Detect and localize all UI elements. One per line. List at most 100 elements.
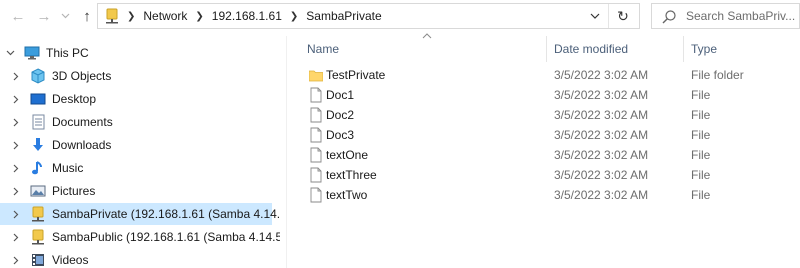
file-date: 3/5/2022 3:02 AM bbox=[554, 168, 649, 182]
file-name: TestPrivate bbox=[326, 68, 386, 82]
chevron-right-icon[interactable] bbox=[10, 231, 22, 243]
file-row[interactable]: Doc2 3/5/2022 3:02 AM File bbox=[288, 105, 800, 125]
chevron-down-icon[interactable] bbox=[4, 47, 16, 59]
search-input[interactable]: Search SambaPriv... bbox=[686, 4, 798, 28]
nav-item-label: SambaPrivate (192.168.1.61 (Samba 4.14.5… bbox=[52, 207, 280, 221]
refresh-button[interactable]: ↻ bbox=[613, 7, 633, 25]
navigation-pane: This PC 3D Objects Desktop Documents Dow… bbox=[0, 36, 280, 268]
monitor-icon bbox=[24, 45, 40, 61]
file-name: textOne bbox=[326, 148, 369, 162]
file-icon bbox=[310, 107, 322, 123]
nav-item-label: SambaPublic (192.168.1.61 (Samba 4.14.5)… bbox=[52, 230, 280, 244]
address-toolbar: ← → ↑ ❯ Network ❯ 192.168.1.61 ❯ SambaPr… bbox=[0, 0, 800, 32]
nav-item-pictures[interactable]: Pictures bbox=[0, 180, 280, 202]
file-row[interactable]: Doc3 3/5/2022 3:02 AM File bbox=[288, 125, 800, 145]
nav-item-label: This PC bbox=[46, 46, 89, 60]
column-divider[interactable] bbox=[546, 36, 547, 62]
arrow-up-icon: ↑ bbox=[83, 7, 91, 25]
file-type: File folder bbox=[691, 68, 744, 82]
nav-item-label: Documents bbox=[52, 115, 113, 129]
folder-icon bbox=[309, 70, 323, 82]
file-type: File bbox=[691, 168, 711, 182]
refresh-icon: ↻ bbox=[617, 7, 629, 24]
breadcrumb-separator: ❯ bbox=[195, 10, 204, 22]
column-divider[interactable] bbox=[683, 36, 684, 62]
file-date: 3/5/2022 3:02 AM bbox=[554, 128, 649, 142]
chevron-right-icon[interactable] bbox=[10, 139, 22, 151]
nav-item-downloads[interactable]: Downloads bbox=[0, 134, 280, 156]
file-date: 3/5/2022 3:02 AM bbox=[554, 148, 649, 162]
breadcrumb: ❯ Network ❯ 192.168.1.61 ❯ SambaPrivate bbox=[102, 4, 382, 28]
file-date: 3/5/2022 3:02 AM bbox=[554, 188, 649, 202]
file-date: 3/5/2022 3:02 AM bbox=[554, 88, 649, 102]
cube-3d-icon bbox=[30, 68, 46, 84]
sort-ascending-icon bbox=[422, 33, 432, 39]
nav-item-label: Videos bbox=[52, 253, 89, 267]
arrow-right-icon: → bbox=[36, 7, 52, 25]
address-bar[interactable]: ❯ Network ❯ 192.168.1.61 ❯ SambaPrivate … bbox=[97, 3, 640, 29]
file-icon bbox=[310, 147, 322, 163]
pictures-icon bbox=[30, 183, 46, 199]
back-button[interactable]: ← bbox=[8, 6, 28, 26]
chevron-right-icon[interactable] bbox=[10, 70, 22, 82]
column-header-date-modified[interactable]: Date modified bbox=[554, 40, 628, 58]
chevron-right-icon[interactable] bbox=[10, 116, 22, 128]
file-type: File bbox=[691, 148, 711, 162]
column-header-type[interactable]: Type bbox=[691, 40, 717, 58]
search-box[interactable]: Search SambaPriv... bbox=[651, 3, 800, 29]
nav-item-desktop[interactable]: Desktop bbox=[0, 88, 280, 110]
file-name: Doc1 bbox=[326, 88, 355, 102]
chevron-right-icon[interactable] bbox=[10, 208, 22, 220]
chevron-right-icon[interactable] bbox=[10, 185, 22, 197]
chevron-right-icon[interactable] bbox=[10, 162, 22, 174]
nav-item-this-pc[interactable]: This PC bbox=[0, 42, 280, 64]
video-icon bbox=[30, 252, 46, 268]
chevron-right-icon[interactable] bbox=[10, 93, 22, 105]
file-type: File bbox=[691, 108, 711, 122]
nav-item-documents[interactable]: Documents bbox=[0, 111, 280, 133]
breadcrumb-separator: ❯ bbox=[127, 10, 136, 22]
pane-divider[interactable] bbox=[286, 36, 287, 268]
file-icon bbox=[310, 187, 322, 203]
nav-item-sambaprivate[interactable]: SambaPrivate (192.168.1.61 (Samba 4.14.5… bbox=[0, 203, 280, 225]
file-icon bbox=[310, 87, 322, 103]
file-icon bbox=[310, 127, 322, 143]
arrow-left-icon: ← bbox=[10, 7, 26, 25]
file-list: Name Date modified Type TestPrivate 3/5/… bbox=[288, 32, 800, 268]
documents-icon bbox=[30, 114, 46, 130]
chevron-right-icon[interactable] bbox=[10, 254, 22, 266]
file-name: Doc2 bbox=[326, 108, 355, 122]
file-type: File bbox=[691, 88, 711, 102]
music-note-icon bbox=[30, 160, 46, 176]
address-divider bbox=[608, 4, 609, 28]
download-arrow-icon bbox=[30, 137, 46, 153]
nav-item-label: Desktop bbox=[52, 92, 97, 106]
address-history-button[interactable] bbox=[587, 8, 603, 24]
breadcrumb-share[interactable]: SambaPrivate bbox=[306, 9, 381, 23]
network-drive-icon bbox=[30, 206, 46, 222]
nav-item-music[interactable]: Music bbox=[0, 157, 280, 179]
file-type: File bbox=[691, 128, 711, 142]
nav-item-videos[interactable]: Videos bbox=[0, 249, 280, 268]
file-row[interactable]: Doc1 3/5/2022 3:02 AM File bbox=[288, 85, 800, 105]
recent-locations-button[interactable] bbox=[58, 6, 72, 26]
nav-item-label: Music bbox=[52, 161, 84, 175]
chevron-down-icon bbox=[590, 13, 600, 19]
column-header-name[interactable]: Name bbox=[307, 40, 339, 58]
nav-item-label: Pictures bbox=[52, 184, 96, 198]
file-row[interactable]: textThree 3/5/2022 3:02 AM File bbox=[288, 165, 800, 185]
file-row[interactable]: textTwo 3/5/2022 3:02 AM File bbox=[288, 185, 800, 205]
nav-item-3d-objects[interactable]: 3D Objects bbox=[0, 65, 280, 87]
file-row[interactable]: textOne 3/5/2022 3:02 AM File bbox=[288, 145, 800, 165]
file-icon bbox=[310, 167, 322, 183]
file-type: File bbox=[691, 188, 711, 202]
breadcrumb-host[interactable]: 192.168.1.61 bbox=[212, 9, 282, 23]
nav-item-sambapublic[interactable]: SambaPublic (192.168.1.61 (Samba 4.14.5)… bbox=[0, 226, 280, 248]
network-drive-icon bbox=[106, 8, 118, 24]
file-name: Doc3 bbox=[326, 128, 355, 142]
file-name: textTwo bbox=[326, 188, 368, 202]
file-row[interactable]: TestPrivate 3/5/2022 3:02 AM File folder bbox=[288, 65, 800, 85]
breadcrumb-network[interactable]: Network bbox=[143, 9, 187, 23]
up-button[interactable]: ↑ bbox=[77, 6, 97, 26]
forward-button[interactable]: → bbox=[34, 6, 54, 26]
